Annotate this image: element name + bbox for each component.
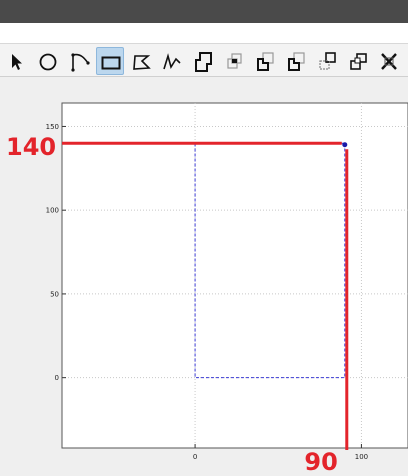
arrow-pointer-icon [12, 54, 22, 70]
subtract-reverse-icon [288, 52, 305, 71]
x-tick-label: 100 [355, 453, 368, 461]
intersect-icon [227, 53, 242, 69]
delete-x-icon [381, 53, 397, 70]
y-tick-label: 100 [46, 207, 59, 215]
circle-icon [39, 53, 57, 71]
tool-pointer[interactable] [3, 47, 31, 75]
tool-subtract[interactable] [251, 47, 279, 75]
y-tick-label: 150 [46, 123, 59, 131]
curve-icon [71, 53, 90, 72]
polyline-icon [163, 53, 181, 70]
tool-rectangle[interactable] [96, 47, 124, 75]
polygon-icon [133, 55, 151, 70]
exclude-icon [319, 52, 336, 70]
rectangle-icon [101, 56, 121, 70]
title-bar [0, 0, 408, 23]
data-points [342, 142, 348, 148]
tool-exclude[interactable] [313, 47, 341, 75]
tool-polygon[interactable] [127, 47, 155, 75]
shape-toolbar [0, 43, 408, 77]
tool-intersect[interactable] [220, 47, 248, 75]
plot-canvas[interactable]: 0 100 150 100 50 0 140 90 [0, 78, 408, 476]
tool-group[interactable] [344, 47, 372, 75]
tool-circle[interactable] [34, 47, 62, 75]
tool-delete[interactable] [375, 47, 403, 75]
x-value-label: 90 [304, 448, 337, 476]
menu-area [0, 23, 408, 43]
tool-polyline[interactable] [158, 47, 186, 75]
tool-curve[interactable] [65, 47, 93, 75]
tool-subtract-reverse[interactable] [282, 47, 310, 75]
y-tick-label: 50 [50, 290, 59, 298]
subtract-icon [257, 52, 274, 71]
y-tick-label: 0 [55, 374, 59, 382]
data-point [342, 142, 348, 148]
plot-area[interactable] [61, 102, 408, 449]
union-icon [195, 52, 212, 72]
tool-union[interactable] [189, 47, 217, 75]
x-tick-label: 0 [193, 453, 197, 461]
y-value-label: 140 [6, 133, 56, 161]
canvas-area[interactable]: 0 100 150 100 50 0 140 90 [0, 78, 408, 476]
group-icon [350, 53, 367, 70]
